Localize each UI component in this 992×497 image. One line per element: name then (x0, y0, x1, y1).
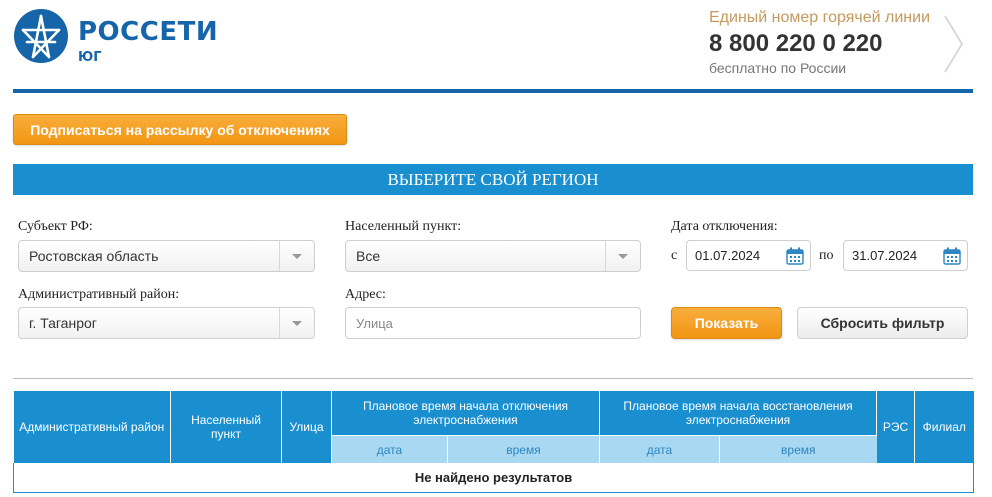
date-from-value: 01.07.2024 (695, 248, 761, 263)
subcol-outage-date: дата (331, 435, 448, 463)
subject-label: Субъект РФ: (18, 219, 93, 234)
section-divider (13, 378, 973, 379)
address-label: Адрес: (345, 287, 386, 302)
region-title-bar: ВЫБЕРИТЕ СВОЙ РЕГИОН (13, 164, 973, 195)
district-select[interactable]: г. Таганрог (18, 307, 315, 339)
hotline-note: бесплатно по России (709, 60, 847, 76)
date-from-input[interactable]: 01.07.2024 (686, 240, 811, 271)
subject-select-toggle[interactable] (279, 241, 314, 271)
show-button[interactable]: Показать (671, 307, 782, 339)
outages-table: Административный район Населенный пункт … (12, 391, 975, 493)
date-from-prefix: с (671, 248, 678, 263)
col-header-res: РЭС (876, 391, 916, 463)
subject-select[interactable]: Ростовская область (18, 240, 315, 272)
chevron-right-icon (944, 15, 964, 73)
reset-filter-button[interactable]: Сбросить фильтр (797, 307, 968, 339)
date-to-input[interactable]: 31.07.2024 (843, 240, 968, 271)
calendar-icon[interactable] (786, 247, 804, 265)
date-to-value: 31.07.2024 (852, 248, 918, 263)
chevron-down-icon (292, 321, 302, 326)
chevron-down-icon (618, 254, 628, 259)
empty-results-message: Не найдено результатов (12, 463, 975, 493)
col-header-locality: Населенный пункт (170, 391, 282, 463)
col-header-restore-start: Плановое время начала восстановления эле… (599, 391, 878, 436)
subcol-restore-date: дата (599, 435, 720, 463)
subscribe-button[interactable]: Подписаться на рассылку об отключениях (13, 114, 347, 145)
hotline-number[interactable]: 8 800 220 0 220 (709, 29, 959, 59)
col-header-street: Улица (281, 391, 332, 463)
subcol-restore-time: время (719, 435, 877, 463)
date-label: Дата отключения: (671, 219, 778, 234)
hotline-label: Единый номер горячей линии (709, 9, 931, 26)
locality-select[interactable]: Все (345, 240, 641, 272)
logo-subtitle: ЮГ (78, 50, 102, 65)
calendar-icon[interactable] (943, 247, 961, 265)
locality-select-toggle[interactable] (605, 241, 640, 271)
col-header-district: Административный район (13, 391, 171, 463)
district-label: Административный район: (18, 287, 180, 302)
header-divider (13, 89, 973, 93)
chevron-down-icon (292, 254, 302, 259)
hotline-block: Единый номер горячей линии 8 800 220 0 2… (709, 8, 959, 77)
district-select-value: г. Таганрог (29, 315, 97, 331)
address-input[interactable] (345, 307, 641, 339)
col-header-branch: Филиал (914, 391, 974, 463)
district-select-toggle[interactable] (279, 308, 314, 338)
subcol-outage-time: время (447, 435, 600, 463)
locality-label: Населенный пункт: (345, 219, 462, 234)
locality-select-value: Все (356, 248, 381, 264)
date-to-prefix: по (819, 248, 834, 263)
rosseti-logo-icon (14, 9, 68, 63)
company-logo[interactable]: РОССЕТИ ЮГ (13, 8, 218, 68)
subject-select-value: Ростовская область (29, 248, 159, 264)
col-header-outage-start: Плановое время начала отключения электро… (331, 391, 600, 436)
logo-title: РОССЕТИ (78, 17, 219, 47)
